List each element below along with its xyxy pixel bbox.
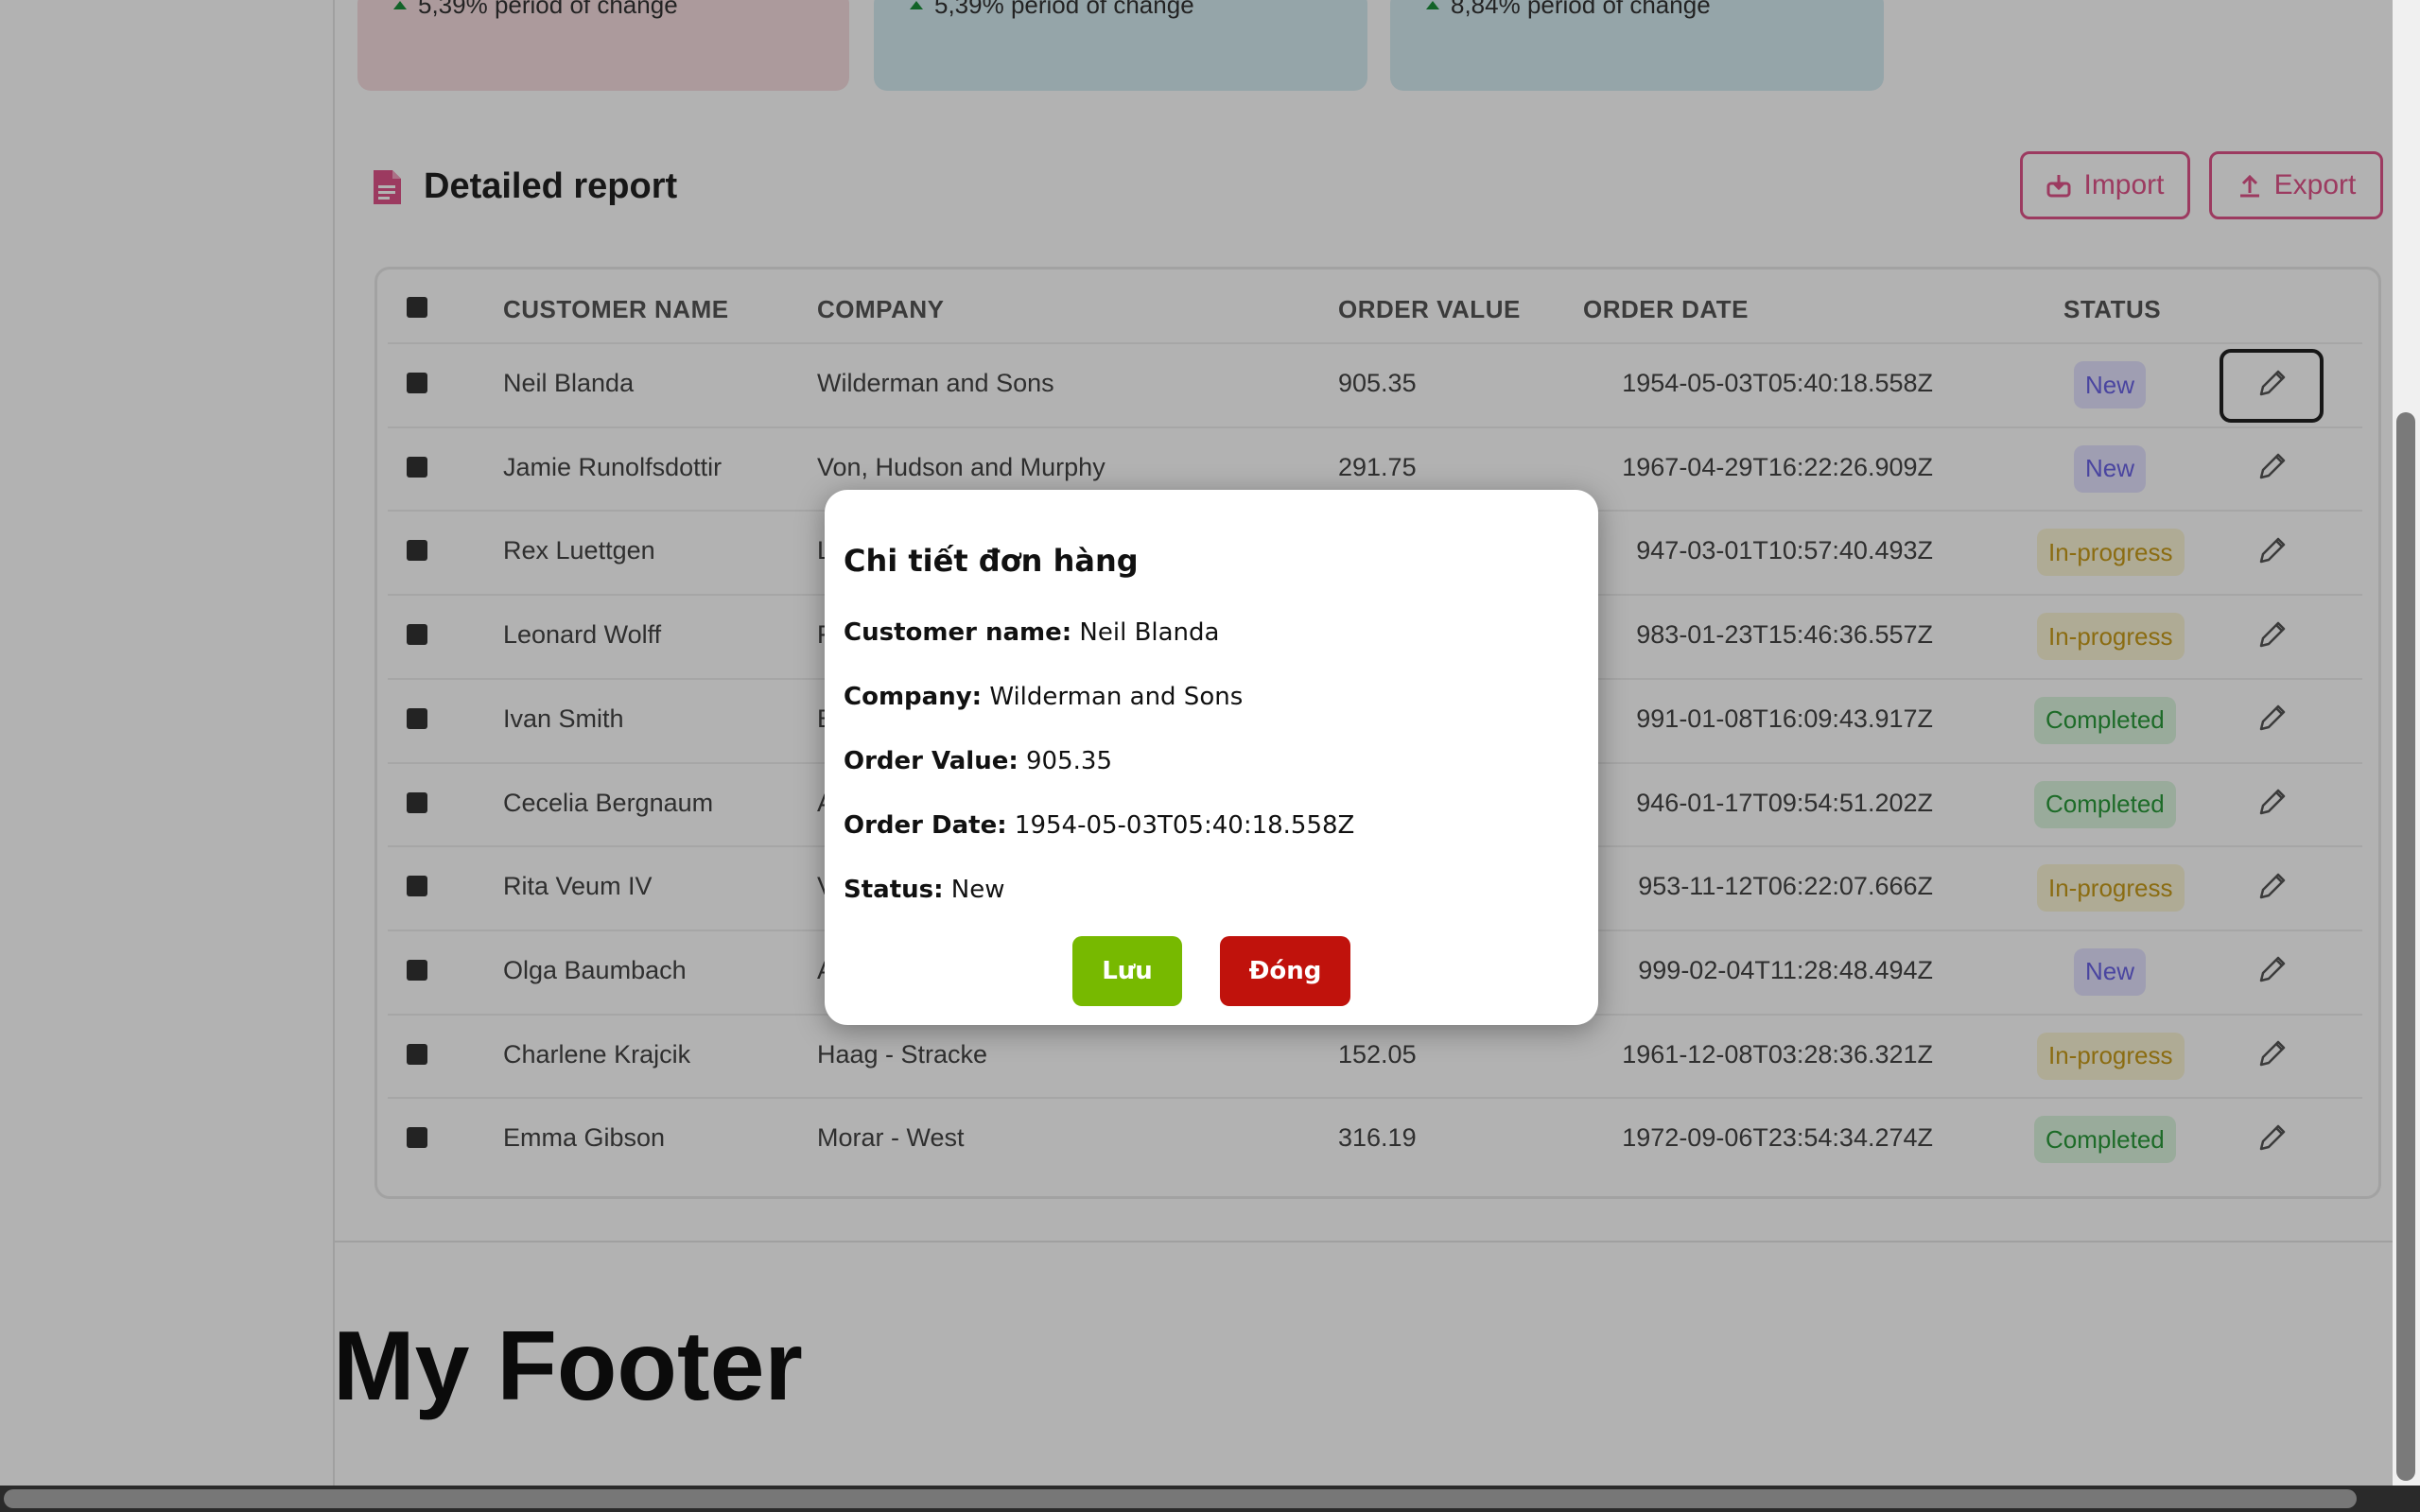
vertical-scrollbar-thumb[interactable] <box>2396 412 2415 1481</box>
order-detail-modal: Chi tiết đơn hàng Customer name: Neil Bl… <box>825 490 1598 1025</box>
field-value: Neil Blanda <box>1079 618 1220 647</box>
modal-title: Chi tiết đơn hàng <box>844 543 1139 579</box>
field-label: Customer name: <box>844 618 1072 647</box>
field-value: Wilderman and Sons <box>989 683 1244 711</box>
field-value: 1954-05-03T05:40:18.558Z <box>1014 811 1355 840</box>
close-button[interactable]: Đóng <box>1220 936 1350 1006</box>
field-order-value: Order Value: 905.35 <box>844 747 1112 775</box>
field-label: Order Value: <box>844 747 1018 775</box>
field-label: Status: <box>844 876 944 904</box>
field-customer-name: Customer name: Neil Blanda <box>844 618 1219 647</box>
field-label: Company: <box>844 683 983 711</box>
page: 5,39% period of change 5,39% period of c… <box>0 0 2420 1512</box>
field-label: Order Date: <box>844 811 1007 840</box>
field-company: Company: Wilderman and Sons <box>844 683 1243 711</box>
save-button[interactable]: Lưu <box>1072 936 1182 1006</box>
field-order-date: Order Date: 1954-05-03T05:40:18.558Z <box>844 811 1354 840</box>
field-value: 905.35 <box>1026 747 1112 775</box>
field-value: New <box>950 876 1005 904</box>
horizontal-scrollbar-thumb[interactable] <box>4 1489 2357 1508</box>
field-status: Status: New <box>844 876 1005 904</box>
